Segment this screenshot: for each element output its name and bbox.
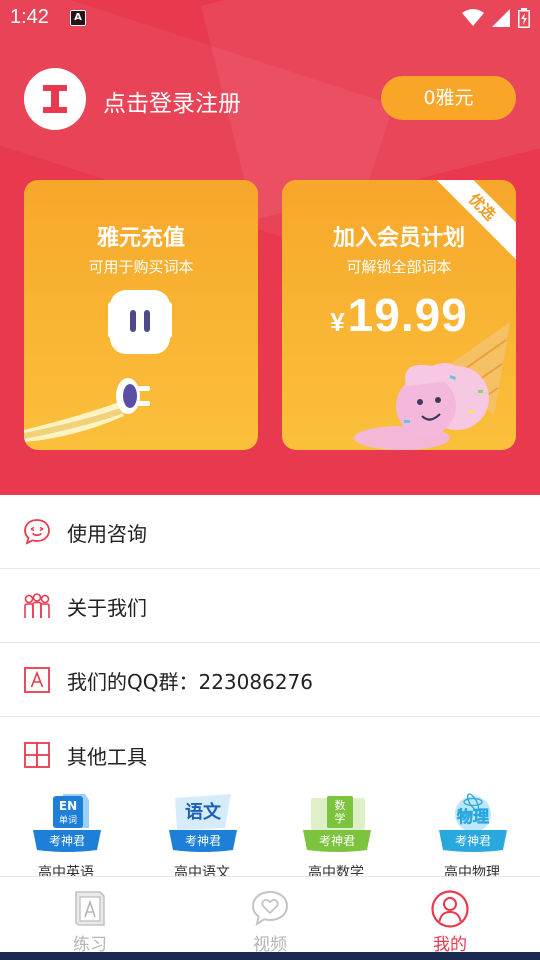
tab-mine[interactable]: 我的 — [390, 889, 510, 955]
other-tools-label: 其他工具 — [67, 745, 147, 769]
settings-menu: 使用咨询 关于我们 我们的QQ群：223086276 — [0, 495, 540, 717]
heart-bubble-icon — [251, 890, 289, 927]
wifi-icon — [462, 9, 484, 26]
math-app-icon: 数 学 考神君 — [303, 796, 371, 852]
membership-card[interactable]: 加入会员计划 可解锁全部词本 ¥19.99 优选 — [282, 180, 516, 450]
team-icon — [24, 593, 50, 618]
coin-balance-button[interactable]: 0雅元 — [381, 76, 516, 120]
status-time: 1:42 — [10, 6, 49, 28]
english-badge: EN — [59, 799, 77, 813]
recharge-card[interactable]: 雅元充值 可用于购买词本 — [24, 180, 258, 450]
physics-brand: 考神君 — [455, 834, 491, 848]
math-brand: 考神君 — [319, 834, 355, 848]
math-badge: 数 — [335, 799, 346, 812]
app-logo-icon — [43, 85, 67, 113]
book-icon — [75, 891, 105, 926]
ice-cream-illustration — [354, 322, 510, 450]
english-brand: 考神君 — [49, 834, 85, 848]
letter-a-box-icon — [24, 667, 50, 693]
english-app-icon: EN 单词 考神君 — [33, 794, 101, 852]
system-taskbar-strip — [0, 952, 540, 960]
chinese-badge: 语文 — [185, 801, 222, 823]
physics-app-icon: 物理 考神君 — [439, 793, 507, 852]
bottom-tab-bar: 练习 视频 我的 — [0, 876, 540, 955]
math-badge-sub: 学 — [335, 811, 346, 825]
profile-header: 1:42 A 点击登录注册 0雅元 雅元充值 可用于购买词本 加入会员计划 可解… — [0, 0, 540, 495]
tool-physics[interactable]: 物理 考神君 高中物理 — [427, 790, 517, 881]
plug-socket-illustration — [24, 290, 172, 442]
tab-video[interactable]: 视频 — [210, 889, 330, 955]
menu-item-qq-group[interactable]: 我们的QQ群：223086276 — [0, 643, 540, 717]
english-badge-sub: 单词 — [59, 814, 77, 826]
notification-icon: A — [70, 10, 86, 26]
user-icon — [431, 890, 469, 928]
chinese-app-icon: 语文 考神君 — [169, 794, 237, 852]
chat-smile-icon — [24, 519, 50, 545]
battery-icon — [518, 8, 530, 28]
menu-item-consult[interactable]: 使用咨询 — [0, 495, 540, 569]
tab-practice[interactable]: 练习 — [30, 889, 150, 955]
grid-icon — [24, 742, 50, 768]
login-register-link[interactable]: 点击登录注册 — [103, 84, 241, 118]
status-icons — [462, 8, 530, 28]
tool-english[interactable]: EN 单词 考神君 高中英语 — [21, 790, 111, 881]
physics-badge: 物理 — [457, 807, 489, 826]
menu-label-qq-group: 我们的QQ群：223086276 — [67, 670, 314, 694]
signal-icon — [492, 9, 510, 27]
menu-label-about: 关于我们 — [67, 596, 147, 620]
status-bar: 1:42 A — [0, 0, 540, 38]
menu-item-about[interactable]: 关于我们 — [0, 569, 540, 643]
tool-chinese[interactable]: 语文 考神君 高中语文 — [157, 790, 247, 881]
other-tools-header: 其他工具 — [0, 716, 540, 790]
menu-label-consult: 使用咨询 — [67, 522, 147, 546]
avatar[interactable] — [24, 68, 86, 130]
tools-row: EN 单词 考神君 高中英语 语文 考神君 高中语文 数 学 考神君 高中数学 — [0, 790, 540, 881]
chinese-brand: 考神君 — [185, 834, 221, 848]
tool-math[interactable]: 数 学 考神君 高中数学 — [291, 790, 381, 881]
